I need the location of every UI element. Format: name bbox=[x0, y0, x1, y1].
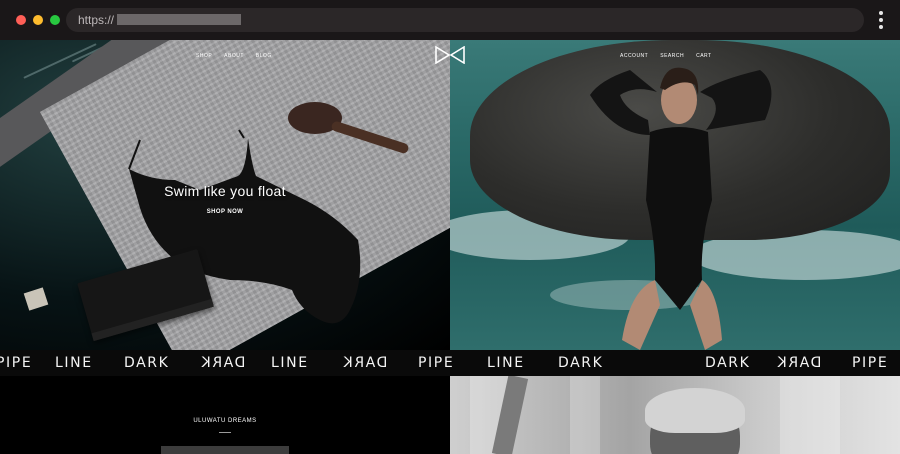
lifestyle-image bbox=[450, 376, 900, 454]
marquee-word: LINE bbox=[55, 355, 93, 371]
minimize-window-button[interactable] bbox=[33, 15, 43, 25]
marquee-word: LINE bbox=[487, 355, 525, 371]
section-title: ULUWATU DREAMS bbox=[193, 418, 257, 424]
marquee-word: PIPE bbox=[0, 355, 33, 371]
nav-item-account[interactable]: ACCOUNT bbox=[620, 53, 648, 59]
marquee-word: DARK bbox=[342, 355, 388, 371]
marquee-word: DARK bbox=[705, 355, 751, 371]
address-bar[interactable]: https:// bbox=[66, 8, 864, 32]
marquee-word: DARK bbox=[776, 355, 822, 371]
window-controls bbox=[16, 15, 60, 25]
nav-item-search[interactable]: SEARCH bbox=[660, 53, 684, 59]
nav-item-about[interactable]: ABOUT bbox=[224, 53, 244, 59]
hero-left-image: Swim like you float SHOP NOW bbox=[0, 40, 450, 350]
browser-chrome: https:// bbox=[0, 0, 900, 40]
close-window-button[interactable] bbox=[16, 15, 26, 25]
marquee-word: PIPE bbox=[852, 355, 889, 371]
hero-right-image bbox=[450, 40, 900, 350]
shop-now-button[interactable]: SHOP NOW bbox=[0, 209, 450, 215]
page: Swim like you float SHOP NOW SHOP ABOUT … bbox=[0, 40, 900, 454]
primary-nav: SHOP ABOUT BLOG bbox=[196, 53, 272, 59]
nav-item-shop[interactable]: SHOP bbox=[196, 53, 212, 59]
marquee-word: DARK bbox=[558, 355, 604, 371]
brand-marquee: PIPE LINE DARK DARK PIPE LINE DARK DARK … bbox=[0, 350, 900, 376]
marquee-word: PIPE bbox=[418, 355, 455, 371]
collection-banner[interactable] bbox=[161, 446, 289, 454]
nav-item-cart[interactable]: CART bbox=[696, 53, 712, 59]
browser-menu-icon[interactable] bbox=[878, 11, 884, 29]
brand-logo-icon[interactable] bbox=[435, 46, 465, 64]
maximize-window-button[interactable] bbox=[50, 15, 60, 25]
marquee-word: DARK bbox=[124, 355, 170, 371]
section-divider bbox=[219, 432, 231, 433]
model-figure bbox=[590, 67, 772, 350]
marquee-word: DARK bbox=[200, 355, 246, 371]
marquee-word: LINE bbox=[271, 355, 309, 371]
url-protocol: https:// bbox=[78, 13, 115, 27]
account-nav: ACCOUNT SEARCH CART bbox=[620, 53, 712, 59]
collection-section: ULUWATU DREAMS bbox=[0, 376, 450, 454]
hero-title: Swim like you float bbox=[164, 183, 286, 199]
url-redacted bbox=[117, 14, 241, 25]
nav-item-blog[interactable]: BLOG bbox=[256, 53, 272, 59]
